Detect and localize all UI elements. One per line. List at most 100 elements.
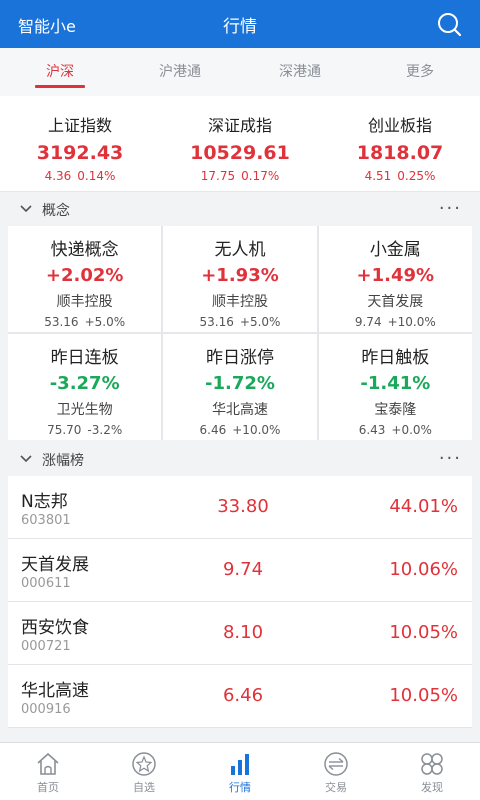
index-card[interactable]: 上证指数 3192.43 4.36 0.14% (0, 96, 160, 191)
index-value: 1818.07 (356, 142, 444, 164)
gainers-list: N志邦 603801 33.80 44.01% 天首发展 000611 9.74… (8, 476, 472, 728)
stock-price: 53.16 (44, 315, 79, 329)
search-icon[interactable] (436, 11, 462, 37)
index-change: 4.51 0.25% (320, 169, 480, 183)
index-change-points: 4.36 (44, 169, 72, 183)
nav-home[interactable]: 首页 (0, 743, 96, 800)
app-root: 智能小e 行情 沪深 沪港通 深港通 更多 上证指数 3192.43 4.36 0… (0, 0, 480, 800)
stock-name: 天首发展 (21, 555, 89, 575)
stock-name: 西安饮食 (21, 618, 89, 638)
stock-pct: +5.0% (239, 315, 281, 329)
star-icon (132, 752, 156, 776)
table-row[interactable]: 华北高速 000916 6.46 10.05% (8, 665, 472, 728)
concept-name: 快递概念 (50, 240, 119, 260)
tab-hushen[interactable]: 沪深 (0, 48, 120, 96)
top-bar: 智能小e 行情 (0, 0, 480, 48)
index-change: 17.75 0.17% (160, 169, 320, 183)
stock-price: 53.16 (199, 315, 234, 329)
stock-price: 9.74 (354, 315, 382, 329)
more-options-icon[interactable]: ··· (439, 198, 462, 219)
index-change-pct: 0.25% (397, 169, 436, 183)
stock-price: 6.46 (222, 685, 264, 706)
stock-name: 华北高速 (21, 681, 89, 701)
nav-watchlist[interactable]: 自选 (96, 743, 192, 800)
nav-trade[interactable]: 交易 (288, 743, 384, 800)
nav-discover[interactable]: 发现 (384, 743, 480, 800)
leading-stock: 华北高速 (211, 402, 268, 418)
leading-stock: 天首发展 (367, 294, 424, 310)
nav-label: 发现 (421, 781, 443, 794)
table-row[interactable]: 天首发展 000611 9.74 10.06% (8, 539, 472, 602)
index-value: 3192.43 (36, 142, 124, 164)
index-value: 10529.61 (190, 142, 290, 164)
stock-code: 000916 (21, 702, 71, 717)
stock-price: 8.10 (222, 622, 264, 643)
leading-stock: 顺丰控股 (211, 294, 268, 310)
stock-code: 603801 (21, 513, 71, 528)
index-change-points: 17.75 (200, 169, 236, 183)
stock-price: 75.70 (47, 423, 82, 437)
concept-pct: -3.27% (49, 373, 120, 394)
leading-stock: 卫光生物 (56, 402, 113, 418)
chevron-down-icon (20, 455, 32, 463)
nav-label: 交易 (325, 781, 347, 794)
stock-pct: -3.2% (87, 423, 123, 437)
stock-price: 6.43 (358, 423, 386, 437)
concept-card[interactable]: 昨日涨停 -1.72% 华北高速 6.46 +10.0% (163, 334, 317, 440)
concept-name: 昨日触板 (361, 348, 430, 368)
gainers-section-header[interactable]: 涨幅榜 ··· (0, 442, 480, 476)
index-change-pct: 0.17% (241, 169, 280, 183)
stock-price: 9.74 (222, 559, 264, 580)
stock-name: N志邦 (21, 492, 68, 512)
concept-card[interactable]: 小金属 +1.49% 天首发展 9.74 +10.0% (318, 226, 472, 332)
index-name: 上证指数 (47, 116, 112, 135)
market-tabs: 沪深 沪港通 深港通 更多 (0, 48, 480, 96)
stock-pct: +0.0% (391, 423, 432, 437)
chevron-down-icon (20, 205, 32, 213)
concept-card[interactable]: 无人机 +1.93% 顺丰控股 53.16 +5.0% (163, 226, 317, 332)
leading-stock-quote: 53.16 +5.0% (8, 315, 161, 329)
tab-more[interactable]: 更多 (360, 48, 480, 96)
table-row[interactable]: N志邦 603801 33.80 44.01% (8, 476, 472, 539)
leading-stock: 宝泰隆 (374, 402, 417, 418)
concept-name: 小金属 (369, 240, 421, 260)
index-name: 创业板指 (367, 116, 432, 135)
index-change: 4.36 0.14% (0, 169, 160, 183)
stock-pct: 10.05% (389, 622, 458, 643)
stock-code: 000721 (21, 639, 71, 654)
index-name: 深证成指 (207, 116, 272, 135)
stock-pct: 44.01% (389, 496, 458, 517)
tab-shengangtong[interactable]: 深港通 (240, 48, 360, 96)
leading-stock-quote: 53.16 +5.0% (163, 315, 316, 329)
index-card[interactable]: 深证成指 10529.61 17.75 0.17% (160, 96, 320, 191)
more-options-icon[interactable]: ··· (439, 448, 462, 469)
concept-card[interactable]: 昨日连板 -3.27% 卫光生物 75.70 -3.2% (8, 334, 162, 440)
concept-card[interactable]: 昨日触板 -1.41% 宝泰隆 6.43 +0.0% (318, 334, 472, 440)
nav-label: 自选 (133, 781, 155, 794)
concept-name: 昨日涨停 (205, 348, 274, 368)
concept-name: 无人机 (214, 240, 266, 260)
nav-label: 行情 (229, 781, 251, 794)
concept-section-header[interactable]: 概念 ··· (0, 192, 480, 226)
stock-pct: +10.0% (232, 423, 281, 437)
bar-chart-icon (231, 754, 249, 775)
section-title: 涨幅榜 (42, 453, 84, 469)
concept-pct: -1.41% (360, 373, 431, 394)
bottom-nav: 首页 自选 行情 交易 发现 (0, 742, 480, 800)
exchange-icon (324, 752, 348, 776)
nav-label: 首页 (37, 781, 59, 794)
leading-stock-quote: 6.46 +10.0% (163, 423, 316, 437)
concept-card[interactable]: 快递概念 +2.02% 顺丰控股 53.16 +5.0% (8, 226, 162, 332)
leading-stock-quote: 6.43 +0.0% (319, 423, 472, 437)
stock-code: 000611 (21, 576, 71, 591)
index-card[interactable]: 创业板指 1818.07 4.51 0.25% (320, 96, 480, 191)
nav-market[interactable]: 行情 (192, 743, 288, 800)
leading-stock-quote: 9.74 +10.0% (319, 315, 472, 329)
leading-stock: 顺丰控股 (56, 294, 113, 310)
concept-pct: +2.02% (45, 265, 124, 286)
tab-hugangtong[interactable]: 沪港通 (120, 48, 240, 96)
stock-pct: +10.0% (387, 315, 436, 329)
stock-pct: 10.06% (389, 559, 458, 580)
page-title: 行情 (223, 17, 257, 37)
table-row[interactable]: 西安饮食 000721 8.10 10.05% (8, 602, 472, 665)
